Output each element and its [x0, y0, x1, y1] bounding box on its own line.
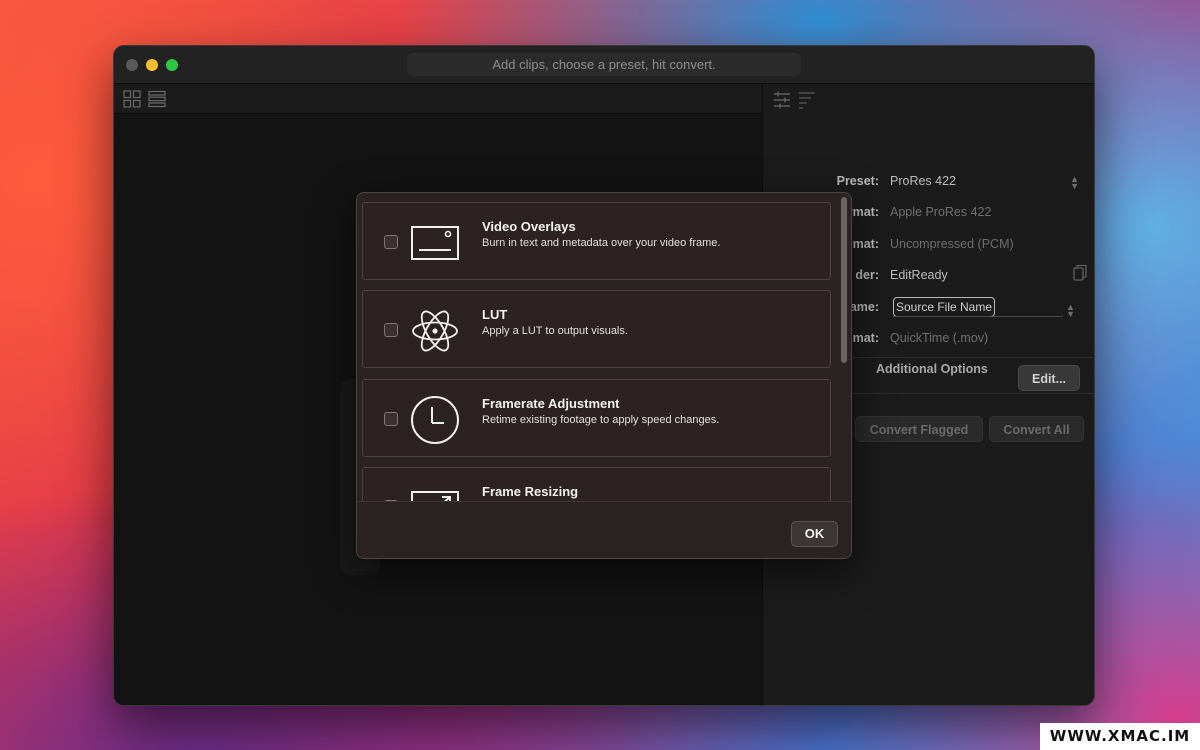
- resize-icon: [411, 491, 459, 501]
- option-description: Apply a LUT to output visuals.: [482, 325, 628, 337]
- preset-stepper-icon[interactable]: ▲ ▼: [1070, 175, 1079, 191]
- additional-options-dialog: Video Overlays Burn in text and metadata…: [356, 192, 852, 559]
- option-card-frame-resizing[interactable]: Frame Resizing: [362, 467, 831, 501]
- preset-row[interactable]: Preset: ProRes 422 ▲ ▼: [763, 174, 1094, 194]
- edit-options-button[interactable]: Edit...: [1018, 365, 1080, 391]
- options-scrollbar[interactable]: [841, 197, 847, 363]
- option-card-video-overlays[interactable]: Video Overlays Burn in text and metadata…: [362, 202, 831, 280]
- list-view-icon[interactable]: [148, 90, 166, 108]
- video-overlay-icon: [411, 226, 459, 260]
- window-hint: Add clips, choose a preset, hit convert.: [407, 53, 801, 76]
- settings-sliders-icon[interactable]: [773, 90, 791, 110]
- container-label: mat:: [852, 331, 879, 345]
- zoom-window-button[interactable]: [166, 59, 178, 71]
- container-value: QuickTime (.mov): [890, 331, 989, 345]
- option-title: Framerate Adjustment: [482, 396, 620, 411]
- additional-options-label: Additional Options: [876, 362, 988, 376]
- preset-label: Preset:: [836, 174, 879, 188]
- watermark: WWW.XMAC.IM: [1040, 723, 1200, 750]
- preset-value[interactable]: ProRes 422: [890, 174, 956, 188]
- file-name-token[interactable]: Source File Name: [893, 297, 995, 317]
- name-label: ame:: [849, 300, 879, 314]
- framerate-checkbox[interactable]: [384, 412, 398, 426]
- option-title: LUT: [482, 307, 508, 322]
- option-title: Video Overlays: [482, 219, 576, 234]
- sort-icon[interactable]: [798, 90, 816, 110]
- option-description: Retime existing footage to apply speed c…: [482, 414, 720, 426]
- grid-view-icon[interactable]: [123, 90, 141, 108]
- option-card-framerate[interactable]: Framerate Adjustment Retime existing foo…: [362, 379, 831, 457]
- clip-view-toolbar: [114, 84, 762, 114]
- name-stepper-icon[interactable]: ▲ ▼: [1066, 303, 1075, 319]
- audio-format-label: mat:: [852, 237, 879, 251]
- close-window-button[interactable]: [126, 59, 138, 71]
- options-list[interactable]: Video Overlays Burn in text and metadata…: [357, 193, 851, 501]
- audio-format-value: Uncompressed (PCM): [890, 237, 1014, 251]
- clock-icon: [411, 396, 459, 444]
- title-bar: Add clips, choose a preset, hit convert.: [114, 46, 1094, 84]
- dialog-footer: OK: [357, 501, 851, 558]
- folder-value[interactable]: EditReady: [890, 268, 948, 282]
- minimize-window-button[interactable]: [146, 59, 158, 71]
- video-format-value: Apple ProRes 422: [890, 205, 992, 219]
- option-description: Burn in text and metadata over your vide…: [482, 237, 721, 249]
- option-title: Frame Resizing: [482, 484, 579, 499]
- video-overlays-checkbox[interactable]: [384, 235, 398, 249]
- lut-checkbox[interactable]: [384, 323, 398, 337]
- convert-flagged-button[interactable]: Convert Flagged: [855, 416, 983, 442]
- ok-button[interactable]: OK: [791, 521, 838, 547]
- option-card-lut[interactable]: LUT Apply a LUT to output visuals.: [362, 290, 831, 368]
- file-name-underline: [893, 316, 1063, 317]
- convert-all-button[interactable]: Convert All: [989, 416, 1084, 442]
- atom-icon: [412, 310, 458, 352]
- folder-label: der:: [855, 268, 879, 282]
- copy-icon[interactable]: [1073, 265, 1087, 281]
